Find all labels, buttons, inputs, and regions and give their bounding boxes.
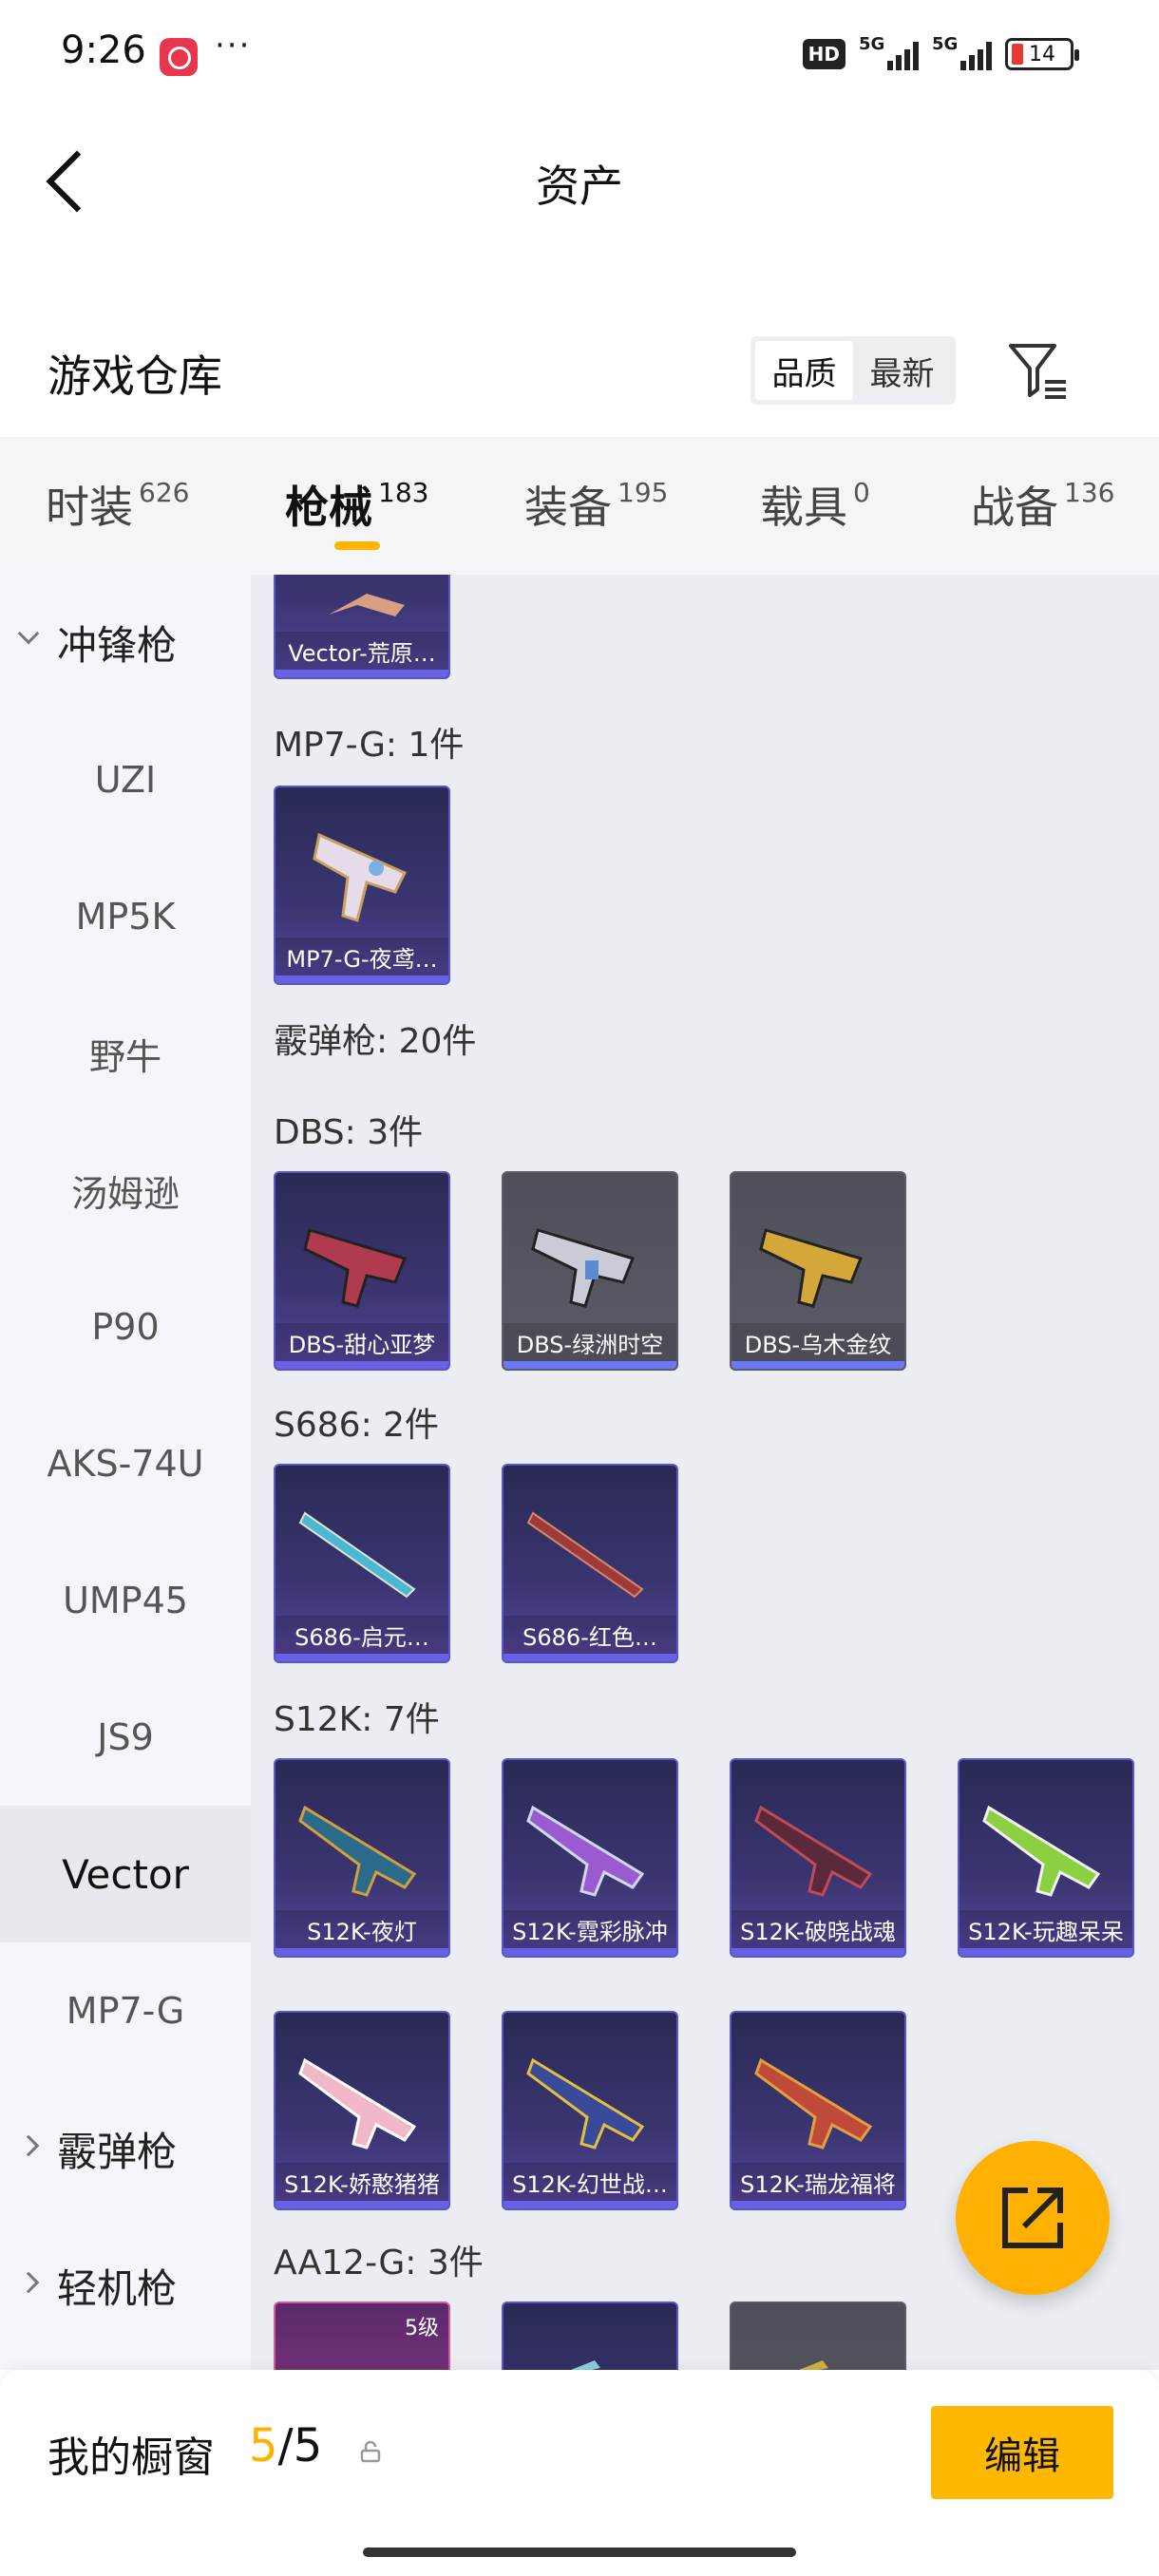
s12k-skin-icon	[298, 1805, 417, 1897]
page-title: 资产	[536, 161, 623, 212]
weapon-card[interactable]: S12K-瑞龙福将	[730, 2011, 906, 2210]
weapon-card[interactable]	[502, 2301, 678, 2370]
weapon-card[interactable]	[730, 2301, 906, 2370]
weapon-card[interactable]: S12K-霓彩脉冲	[502, 1758, 678, 1958]
sidebar-category-shotgun[interactable]: 霰弹枪	[0, 2081, 251, 2216]
repo-bar: 游戏仓库 品质 最新	[0, 313, 1159, 437]
section-header-dbs: DBS: 3件	[274, 1113, 424, 1152]
s12k-skin-icon	[298, 2057, 417, 2150]
sidebar-item-p90[interactable]: P90	[0, 1259, 251, 1395]
weapon-card[interactable]: S12K-娇憨猪猪	[274, 2011, 450, 2210]
sidebar-category-smg[interactable]: 冲锋枪	[0, 575, 251, 710]
weapon-card[interactable]: S686-红色…	[502, 1464, 678, 1663]
sidebar-item-js9[interactable]: JS9	[0, 1669, 251, 1806]
filter-icon[interactable]	[1007, 340, 1074, 405]
s12k-skin-icon	[526, 2057, 645, 2150]
signal-5g-icon: 5G	[859, 34, 919, 70]
s686-skin-icon	[298, 1511, 416, 1599]
aa12g-skin-icon	[799, 2360, 828, 2370]
home-indicator[interactable]	[363, 2548, 796, 2557]
section-header-s686: S686: 2件	[274, 1406, 440, 1445]
weapon-card[interactable]: DBS-甜心亚梦	[274, 1171, 450, 1371]
more-notifications-icon: ···	[215, 27, 252, 65]
chevron-right-icon	[17, 2271, 40, 2294]
app-notification-icon	[160, 38, 198, 76]
sort-newest-button[interactable]: 最新	[853, 341, 951, 400]
s12k-skin-icon	[754, 2057, 873, 2150]
status-time: 9:26	[61, 28, 146, 72]
showcase-label: 我的橱窗	[48, 2434, 215, 2482]
external-link-icon	[1002, 2188, 1063, 2248]
app-header: 资产	[0, 104, 1159, 247]
weapon-card[interactable]: 5级	[274, 2301, 450, 2370]
section-header-aa12g: AA12-G: 3件	[274, 2244, 484, 2282]
sidebar-item-uzi[interactable]: UZI	[0, 711, 251, 848]
battery-icon: 14	[1005, 38, 1079, 70]
weapon-card[interactable]: S686-启元…	[274, 1464, 450, 1663]
chevron-down-icon	[17, 622, 40, 645]
section-header-mp7g: MP7-G: 1件	[274, 726, 465, 765]
weapon-sidebar: 冲锋枪 UZI MP5K 野牛 汤姆逊 P90 AKS-74U UMP45 JS…	[0, 575, 251, 2370]
sidebar-item-mp5k[interactable]: MP5K	[0, 848, 251, 985]
dbs-skin-icon	[531, 1228, 636, 1308]
category-tabs: 时装 626 枪械 183 装备 195 载具 0 战备 136	[0, 437, 1159, 575]
aa12g-skin-icon	[571, 2360, 600, 2370]
repo-title: 游戏仓库	[48, 350, 222, 402]
s686-skin-icon	[526, 1511, 644, 1599]
status-bar: 9:26 ··· HD 5G 5G 14	[0, 0, 1159, 104]
s12k-skin-icon	[526, 1805, 645, 1897]
mp7g-skin-icon	[313, 832, 408, 922]
showcase-bar: 我的橱窗 5/5 编辑	[0, 2370, 1159, 2576]
lock-icon	[360, 2440, 381, 2463]
edit-button[interactable]: 编辑	[931, 2406, 1113, 2499]
vector-skin-icon	[329, 594, 405, 616]
section-header-s12k: S12K: 7件	[274, 1700, 440, 1739]
s12k-skin-icon	[982, 1805, 1101, 1897]
weapon-grid: Vector-荒原… MP7-G: 1件 MP7-G-夜鸢… 霰弹枪: 20件 …	[251, 575, 1159, 2370]
sidebar-item-bison[interactable]: 野牛	[0, 985, 251, 1122]
signal-5g-icon-2: 5G	[932, 34, 992, 70]
aa12g-skin-icon	[291, 2332, 437, 2370]
share-fab[interactable]	[956, 2141, 1110, 2295]
sidebar-item-aks74u[interactable]: AKS-74U	[0, 1395, 251, 1532]
sidebar-item-thompson[interactable]: 汤姆逊	[0, 1122, 251, 1259]
s12k-skin-icon	[754, 1805, 873, 1897]
tab-fashion[interactable]: 时装 626	[46, 473, 189, 536]
weapon-card[interactable]: MP7-G-夜鸢…	[274, 786, 450, 985]
weapon-card[interactable]: S12K-夜灯	[274, 1758, 450, 1958]
weapon-card[interactable]: S12K-破晓战魂	[730, 1758, 906, 1958]
sidebar-item-mp7g[interactable]: MP7-G	[0, 1942, 251, 2079]
weapon-card[interactable]: S12K-玩趣呆呆	[958, 1758, 1134, 1958]
sort-quality-button[interactable]: 品质	[755, 341, 853, 400]
showcase-count: 5/5	[249, 2419, 323, 2472]
tab-vehicles[interactable]: 载具 0	[760, 473, 870, 536]
chevron-right-icon	[17, 2134, 40, 2157]
tab-equipment[interactable]: 装备 195	[524, 473, 668, 536]
tab-supplies[interactable]: 战备 136	[971, 473, 1114, 536]
dbs-skin-icon	[303, 1228, 408, 1308]
weapon-card[interactable]: DBS-乌木金纹	[730, 1171, 906, 1371]
dbs-skin-icon	[759, 1228, 864, 1308]
sort-toggle: 品质 最新	[750, 336, 956, 405]
weapon-card[interactable]: Vector-荒原…	[274, 575, 450, 679]
sidebar-category-lmg[interactable]: 轻机枪	[0, 2218, 251, 2353]
sidebar-item-vector[interactable]: Vector	[0, 1806, 251, 1942]
hd-voice-icon: HD	[802, 39, 846, 69]
tab-guns[interactable]: 枪械 183	[285, 473, 428, 536]
section-header-shotgun: 霰弹枪: 20件	[274, 1022, 477, 1061]
weapon-card[interactable]: DBS-绿洲时空	[502, 1171, 678, 1371]
sidebar-item-ump45[interactable]: UMP45	[0, 1532, 251, 1669]
active-tab-indicator	[334, 541, 380, 550]
weapon-card[interactable]: S12K-幻世战…	[502, 2011, 678, 2210]
